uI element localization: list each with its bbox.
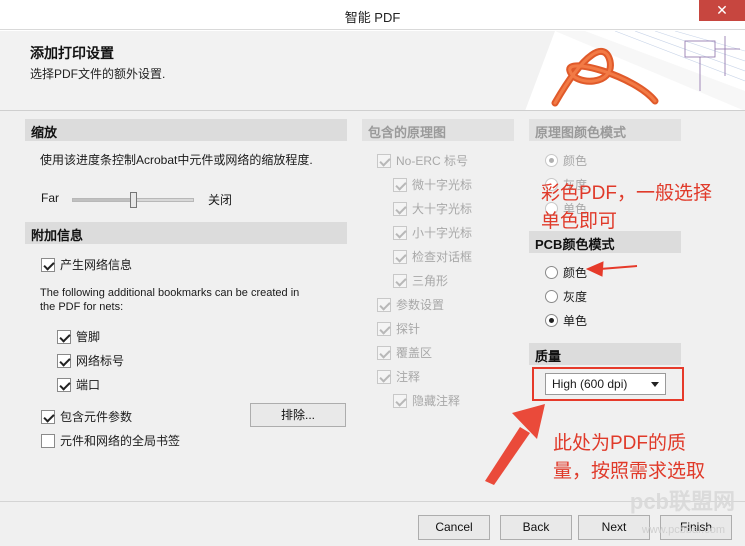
probe-checkbox[interactable]: 探针 (377, 320, 420, 337)
checkbox-checked-icon (393, 393, 407, 408)
bookmarks-description-line1: The following additional bookmarks can b… (40, 287, 300, 299)
micro-cross-checkbox[interactable]: 微十字光标 (393, 176, 472, 193)
global-bookmarks-checkbox[interactable]: 元件和网络的全局书签 (41, 432, 180, 449)
page-title: 添加打印设置 (30, 45, 114, 61)
checkbox-checked-icon (377, 297, 391, 312)
window-title: 智能 PDF (344, 10, 401, 25)
checkbox-checked-icon (377, 153, 391, 168)
large-cross-checkbox[interactable]: 大十字光标 (393, 200, 472, 217)
checkbox-checked-icon (57, 377, 71, 392)
checkbox-checked-icon (377, 321, 391, 336)
pcb-color-radio[interactable]: 颜色 (545, 264, 587, 281)
arrow-head-icon (585, 261, 604, 277)
cancel-button[interactable]: Cancel (418, 515, 490, 540)
pcb-gray-label: 灰度 (563, 290, 588, 304)
checkbox-checked-icon (393, 201, 407, 216)
back-button[interactable]: Back (500, 515, 572, 540)
pins-checkbox[interactable]: 管脚 (57, 328, 100, 345)
zoom-slider-thumb[interactable] (130, 192, 137, 208)
probe-label: 探针 (396, 322, 421, 336)
cover-area-label: 覆盖区 (396, 346, 433, 360)
check-dialog-checkbox[interactable]: 检查对话框 (393, 248, 472, 265)
checkbox-checked-icon (393, 249, 407, 264)
check-dialog-label: 检查对话框 (412, 250, 473, 264)
next-button[interactable]: Next (578, 515, 650, 540)
component-params-checkbox[interactable]: 包含元件参数 (41, 408, 132, 425)
radio-selected-icon (545, 314, 558, 327)
no-erc-label: No-ERC 标号 (396, 154, 469, 168)
annotation-note2-line2: 量，按照需求选取 (553, 461, 706, 482)
notes-checkbox[interactable]: 注释 (377, 368, 420, 385)
large-cross-label: 大十字光标 (412, 202, 473, 216)
arrow-to-pcb-color (599, 265, 638, 270)
pcb-gray-radio[interactable]: 灰度 (545, 288, 587, 305)
checkbox-checked-icon (57, 329, 71, 344)
small-cross-label: 小十字光标 (412, 226, 473, 240)
title-bar: 智能 PDF ✕ (0, 0, 745, 30)
exclude-button[interactable]: 排除... (250, 403, 346, 427)
checkbox-unchecked-icon (41, 433, 55, 448)
schematic-color-radio[interactable]: 颜色 (545, 152, 587, 169)
checkbox-checked-icon (377, 345, 391, 360)
global-bookmarks-label: 元件和网络的全局书签 (60, 434, 181, 448)
close-icon[interactable]: ✕ (699, 0, 745, 21)
annotation-note1-line1: 彩色PDF，一般选择 (541, 183, 713, 204)
page-subtitle: 选择PDF文件的额外设置. (30, 67, 166, 81)
arrow-to-quality-shaft (485, 427, 530, 485)
bookmarks-description-line2: the PDF for nets: (40, 301, 124, 313)
wizard-header: 添加打印设置 选择PDF文件的额外设置. (0, 31, 745, 111)
zoom-section-heading: 缩放 (25, 119, 347, 141)
net-labels-label: 网络标号 (76, 354, 125, 368)
wizard-body: 缩放 使用该进度条控制Acrobat中元件或网络的缩放程度. Far 关闭 附加… (0, 111, 745, 501)
hide-notes-label: 隐藏注释 (412, 394, 461, 408)
net-info-checkbox[interactable]: 产生网络信息 (41, 256, 132, 273)
micro-cross-label: 微十字光标 (412, 178, 473, 192)
param-settings-label: 参数设置 (396, 298, 445, 312)
net-labels-checkbox[interactable]: 网络标号 (57, 352, 124, 369)
net-info-label: 产生网络信息 (60, 258, 133, 272)
checkbox-checked-icon (41, 409, 55, 424)
schematic-color-label: 颜色 (563, 154, 588, 168)
pins-label: 管脚 (76, 330, 101, 344)
ports-label: 端口 (76, 378, 101, 392)
schematics-heading: 包含的原理图 (362, 119, 514, 141)
radio-unselected-icon (545, 290, 558, 303)
small-cross-checkbox[interactable]: 小十字光标 (393, 224, 472, 241)
notes-label: 注释 (396, 370, 421, 384)
checkbox-checked-icon (393, 273, 407, 288)
pcb-mono-radio[interactable]: 单色 (545, 312, 587, 329)
annotation-note2-line1: 此处为PDF的质 (553, 433, 687, 454)
zoom-slider-fill (73, 199, 133, 201)
annotation-highlight-box (532, 367, 684, 401)
ports-checkbox[interactable]: 端口 (57, 376, 100, 393)
quality-heading: 质量 (529, 343, 681, 365)
triangle-checkbox[interactable]: 三角形 (393, 272, 448, 289)
schematic-color-heading: 原理图颜色模式 (529, 119, 681, 141)
checkbox-checked-icon (57, 353, 71, 368)
acrobat-logo-artwork (515, 31, 745, 110)
zoom-far-label: Far (41, 191, 59, 205)
hide-notes-checkbox[interactable]: 隐藏注释 (393, 392, 460, 409)
param-settings-checkbox[interactable]: 参数设置 (377, 296, 444, 313)
arrow-head-icon (512, 404, 545, 439)
pcb-color-label: 颜色 (563, 266, 588, 280)
watermark-url: www.pcbbar.com (641, 524, 725, 536)
checkbox-checked-icon (393, 225, 407, 240)
radio-unselected-icon (545, 266, 558, 279)
pcb-mono-label: 单色 (563, 314, 588, 328)
no-erc-checkbox[interactable]: No-ERC 标号 (377, 152, 468, 169)
checkbox-checked-icon (377, 369, 391, 384)
checkbox-checked-icon (393, 177, 407, 192)
annotation-note1-line2: 单色即可 (541, 211, 618, 232)
watermark-logo: pcb联盟网 (629, 489, 735, 514)
zoom-slider[interactable] (72, 192, 194, 208)
component-params-label: 包含元件参数 (60, 410, 133, 424)
checkbox-checked-icon (41, 257, 55, 272)
triangle-label: 三角形 (412, 274, 449, 288)
cover-area-checkbox[interactable]: 覆盖区 (377, 344, 432, 361)
zoom-description: 使用该进度条控制Acrobat中元件或网络的缩放程度. (40, 153, 313, 167)
radio-selected-icon (545, 154, 558, 167)
zoom-off-label: 关闭 (208, 193, 233, 207)
additional-info-heading: 附加信息 (25, 222, 347, 244)
